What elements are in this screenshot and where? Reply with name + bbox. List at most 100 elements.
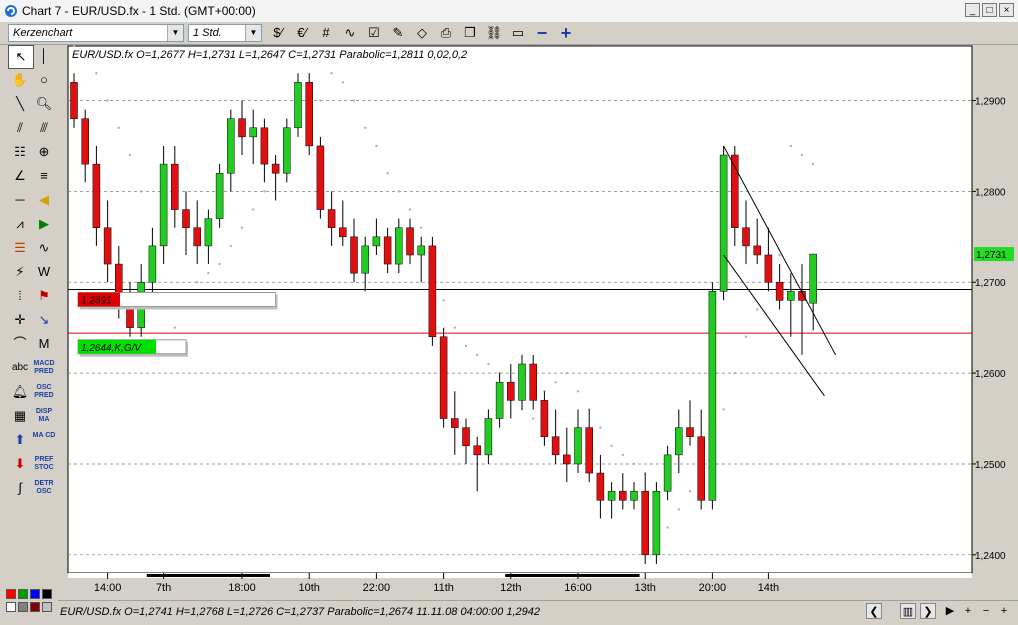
print-icon[interactable]: ⎙ — [436, 24, 456, 42]
color-green-swatch[interactable] — [18, 589, 28, 599]
minimize-button[interactable]: _ — [965, 3, 980, 17]
ma-cd-icon[interactable]: MA CD — [32, 429, 56, 451]
eraser-icon[interactable]: ◇ — [412, 24, 432, 42]
flag-icon[interactable]: ⚑ — [32, 285, 56, 307]
checkbox-icon[interactable]: ☑ — [364, 24, 384, 42]
macd-pred-icon[interactable]: MACD PRED — [32, 357, 56, 379]
osc-pred-icon[interactable]: OSC PRED — [32, 381, 56, 403]
text-tool-icon[interactable]: abc — [8, 357, 32, 379]
wave-icon[interactable]: ∿ — [340, 24, 360, 42]
disp-ma-icon[interactable]: DISP MA — [32, 405, 56, 427]
gann-fan-icon[interactable]: ⩘ — [8, 213, 32, 235]
sar-dot — [800, 153, 804, 157]
sar-dot — [789, 144, 792, 148]
color-black-swatch[interactable] — [42, 589, 52, 599]
cursor-arrow-icon[interactable]: ↖ — [8, 45, 34, 69]
zoom-in-status-icon[interactable]: + — [960, 603, 976, 619]
fan-lines-icon[interactable]: ⫻ — [32, 117, 56, 139]
close-button[interactable]: × — [999, 3, 1014, 17]
zoom-area-icon[interactable]: ⊕ — [32, 141, 56, 163]
sar-dot — [106, 99, 109, 102]
arrow-right-icon[interactable]: ▶ — [32, 213, 56, 235]
sar-dot — [173, 326, 176, 329]
zoom-out-icon[interactable]: − — [532, 24, 552, 42]
link-icon[interactable]: ⛓ — [484, 24, 504, 42]
color-silver-swatch[interactable] — [42, 602, 52, 612]
candle-body — [641, 490, 649, 556]
circle-icon[interactable]: ○ — [32, 69, 56, 91]
parallel-lines-icon[interactable]: ⫽ — [8, 117, 32, 139]
candle-body — [529, 363, 537, 401]
crosshair-icon[interactable]: ✛ — [8, 309, 32, 331]
sar-dot — [442, 299, 445, 302]
currency-dollar-icon[interactable]: $⁄ — [268, 24, 288, 42]
maximize-button[interactable]: □ — [982, 3, 997, 17]
horizontal-lines-icon[interactable]: ≡ — [32, 165, 56, 187]
candle-body — [193, 227, 201, 247]
price-chart[interactable]: 1,2400 1,2500 1,2600 1,2700 1,2800 1,2900 1,27… — [60, 45, 1018, 601]
rainbow-icon[interactable]: ☰ — [8, 237, 32, 259]
y-tick-label: 1,2400 — [975, 551, 1006, 562]
candle-body — [271, 163, 280, 174]
pattern-m-icon[interactable]: M — [32, 333, 56, 355]
trend-line-icon[interactable]: ╲ — [8, 93, 32, 115]
sar-dot — [386, 172, 389, 175]
color-maroon-swatch[interactable] — [30, 602, 40, 612]
sar-dot — [95, 72, 98, 75]
cycle-lines-icon[interactable]: ⦙ — [8, 285, 32, 307]
sar-dot — [375, 144, 378, 148]
sine-wave-icon[interactable]: ∿ — [32, 237, 56, 259]
grid-icon[interactable]: # — [316, 24, 336, 42]
calculator-icon[interactable]: ▦ — [8, 405, 32, 427]
pref-stoc-icon[interactable]: PREF STOC — [32, 453, 56, 475]
magnify-icon[interactable]: 🔍︎ — [32, 93, 56, 115]
scroll-right-icon[interactable]: ❯ — [920, 603, 936, 619]
trend-down-icon[interactable]: ↘ — [32, 309, 56, 331]
scroll-thumb[interactable]: ▥ — [900, 603, 916, 619]
color-blue-swatch[interactable] — [30, 589, 40, 599]
copy-icon[interactable]: ❐ — [460, 24, 480, 42]
chevron-down-icon[interactable]: ▼ — [167, 25, 183, 41]
zoom-in-icon[interactable]: + — [556, 24, 576, 42]
bell-alert-icon[interactable]: 🔔︎ — [8, 381, 32, 403]
sar-dot — [207, 271, 210, 275]
session-bar — [505, 574, 640, 577]
comment-icon[interactable]: ▭ — [508, 24, 528, 42]
candle-body — [260, 127, 269, 165]
detr-osc-icon[interactable]: DETR OSC — [32, 477, 56, 499]
angle-icon[interactable]: ∠ — [8, 165, 32, 187]
curve-icon[interactable]: ∫ — [8, 477, 32, 499]
price-label-text: 1,2691 — [81, 296, 112, 307]
sar-dot — [756, 308, 759, 311]
sar-dot — [240, 226, 244, 229]
zoom-out-status-icon[interactable]: − — [978, 603, 994, 619]
arrow-down-icon[interactable]: ⬇ — [8, 453, 32, 475]
scroll-left-icon[interactable]: ❮ — [866, 603, 882, 619]
sar-dot — [476, 353, 479, 357]
elliott-wave-icon[interactable]: W — [32, 261, 56, 283]
zoom-plus-status-icon[interactable]: + — [996, 603, 1012, 619]
horizontal-line-icon[interactable]: ─ — [8, 189, 32, 211]
currency-euro-icon[interactable]: €⁄ — [292, 24, 312, 42]
zigzag-icon[interactable]: ⚡︎ — [8, 261, 32, 283]
scroll-end-icon[interactable]: ▶ — [942, 603, 958, 619]
edit-icon[interactable]: ✎ — [388, 24, 408, 42]
color-gray-swatch[interactable] — [18, 602, 28, 612]
x-tick-label: 10th — [298, 582, 319, 594]
candle-body — [406, 227, 414, 256]
hand-pan-icon[interactable]: ✋ — [8, 69, 32, 91]
timeframe-select[interactable]: 1 Std. ▼ — [188, 24, 262, 42]
last-price-label: 1,2731 — [976, 250, 1007, 261]
color-white-swatch[interactable] — [6, 602, 16, 612]
arrow-up-icon[interactable]: ⬆ — [8, 429, 32, 451]
candle-body — [775, 281, 784, 301]
fibonacci-icon[interactable]: ☷ — [8, 141, 32, 163]
candle-body — [451, 418, 459, 428]
arc-icon[interactable]: ⌒ — [8, 333, 32, 355]
sar-dot — [576, 390, 580, 393]
vertical-line-icon[interactable]: │ — [32, 45, 56, 67]
arrow-left-icon[interactable]: ◀ — [32, 189, 56, 211]
chart-type-select[interactable]: Kerzenchart ▼ — [8, 24, 184, 42]
chevron-down-icon[interactable]: ▼ — [245, 25, 261, 41]
color-red-swatch[interactable] — [6, 589, 16, 599]
